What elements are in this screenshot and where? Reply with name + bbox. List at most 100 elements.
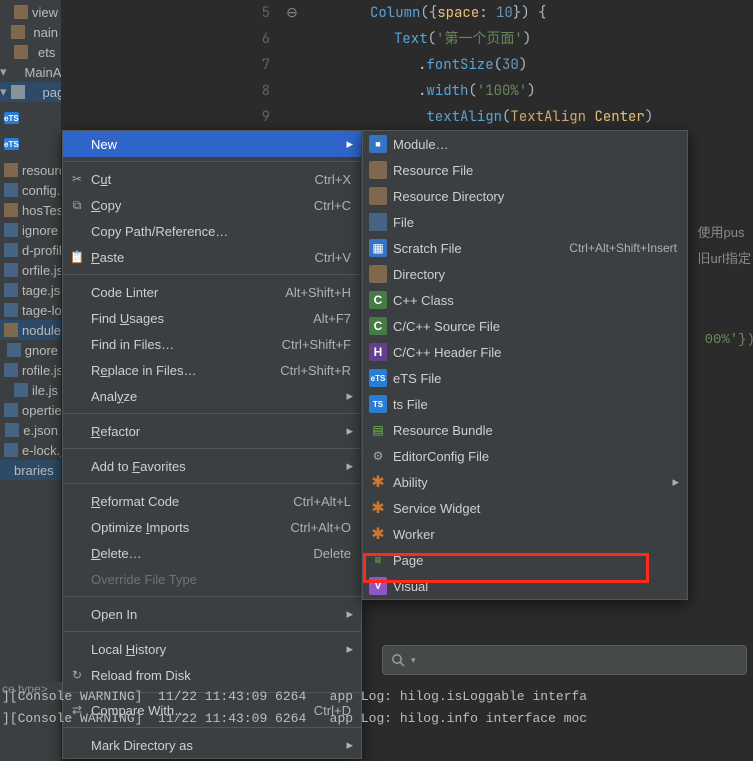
code-line[interactable]: .width('100%') (310, 78, 653, 104)
tree-item[interactable]: nain (0, 22, 62, 42)
tree-item[interactable]: nodules (0, 320, 62, 340)
tree-item-label: rofile.json (22, 363, 62, 378)
tree-item[interactable]: ▾MainAbility (0, 62, 62, 82)
submenu-item-label: Page (393, 553, 423, 568)
menu-item-local-history[interactable]: Local History▸ (63, 636, 361, 662)
menu-item-optimize-imports[interactable]: Optimize ImportsCtrl+Alt+O (63, 514, 361, 540)
tree-item[interactable]: resourc (0, 160, 62, 180)
submenu-item-page[interactable]: ≡Page (363, 547, 687, 573)
code-line[interactable]: .fontSize(30) (310, 52, 653, 78)
folder-icon (4, 203, 18, 217)
submenu-item-resource-file[interactable]: Resource File (363, 157, 687, 183)
star-icon: ✱ (369, 525, 387, 543)
tree-item[interactable]: gnore (0, 340, 62, 360)
menu-item-label: Delete… (91, 546, 142, 561)
menu-item-copy[interactable]: ⧉CopyCtrl+C (63, 192, 361, 218)
tree-item[interactable]: config. (0, 180, 62, 200)
tree-item[interactable]: tage.json (0, 280, 62, 300)
tree-item[interactable]: operties (0, 400, 62, 420)
tree-item[interactable]: ile.js (0, 380, 62, 400)
submenu-item-ability[interactable]: ✱Ability▸ (363, 469, 687, 495)
menu-item-delete[interactable]: Delete…Delete (63, 540, 361, 566)
menu-item-mark-directory-as[interactable]: Mark Directory as▸ (63, 732, 361, 758)
submenu-item-resource-directory[interactable]: Resource Directory (363, 183, 687, 209)
project-tree[interactable]: view nainets▾MainAbility▾pages eTSa eTSa res… (0, 0, 62, 761)
menu-item-code-linter[interactable]: Code LinterAlt+Shift+H (63, 279, 361, 305)
menu-item-reformat-code[interactable]: Reformat CodeCtrl+Alt+L (63, 488, 361, 514)
code-line[interactable]: Text('第一个页面') (310, 26, 653, 52)
tree-item[interactable]: e-lock.jso (0, 440, 62, 460)
submenu-item-resource-bundle[interactable]: ▤Resource Bundle (363, 417, 687, 443)
submenu-item-ets-file[interactable]: eTSeTS File (363, 365, 687, 391)
menu-item-find-in-files[interactable]: Find in Files…Ctrl+Shift+F (63, 331, 361, 357)
tree-item-label: view (32, 5, 58, 20)
line-number: 5 (238, 0, 270, 26)
line-number: 9 (238, 104, 270, 130)
submenu-item-service-widget[interactable]: ✱Service Widget (363, 495, 687, 521)
search-dropdown-icon[interactable]: ▾ (411, 655, 416, 666)
reload-icon: ↻ (69, 667, 85, 683)
tree-item[interactable]: hosTest (0, 200, 62, 220)
tree-item-label: d-profile. (22, 243, 62, 258)
submenu-item-editorconfig-file[interactable]: ⚙EditorConfig File (363, 443, 687, 469)
tree-item[interactable]: rofile.json (0, 360, 62, 380)
submenu-item-c-c-source-file[interactable]: CC/C++ Source File (363, 313, 687, 339)
tree-item-label: nodules (22, 323, 62, 338)
submenu-item-directory[interactable]: Directory (363, 261, 687, 287)
menu-item-label: Find in Files… (91, 337, 174, 352)
submenu-item-ts-file[interactable]: TSts File (363, 391, 687, 417)
menu-item-cut[interactable]: ✂CutCtrl+X (63, 166, 361, 192)
submenu-item-c-c-header-file[interactable]: HC/C++ Header File (363, 339, 687, 365)
menu-item-label: Open In (91, 607, 137, 622)
tree-item-label: resourc (22, 163, 62, 178)
menu-separator (63, 274, 361, 275)
menu-item-refactor[interactable]: Refactor▸ (63, 418, 361, 444)
tree-item[interactable]: eTSa (0, 108, 62, 128)
class-c-icon: C (369, 291, 387, 309)
menu-item-label: Copy Path/Reference… (91, 224, 228, 239)
submenu-item-c-class[interactable]: CC++ Class (363, 287, 687, 313)
submenu-item-module[interactable]: ■Module… (363, 131, 687, 157)
menu-item-open-in[interactable]: Open In▸ (63, 601, 361, 627)
submenu-item-label: ts File (393, 397, 428, 412)
menu-item-paste[interactable]: 📋PasteCtrl+V (63, 244, 361, 270)
menu-item-reload-from-disk[interactable]: ↻Reload from Disk (63, 662, 361, 688)
code-lines[interactable]: Column({space: 10}) {Text('第一个页面').fontS… (310, 0, 653, 130)
tree-item[interactable]: braries (0, 460, 62, 480)
new-submenu[interactable]: ■Module… Resource File Resource DirectoryF… (362, 130, 688, 600)
tree-item[interactable]: ignore (0, 220, 62, 240)
tree-item-label: MainAbility (25, 65, 62, 80)
submenu-item-file[interactable]: File (363, 209, 687, 235)
submenu-item-worker[interactable]: ✱Worker (363, 521, 687, 547)
tree-item[interactable]: e.json (0, 420, 62, 440)
tree-item[interactable]: d-profile. (0, 240, 62, 260)
menu-item-copy-path-reference[interactable]: Copy Path/Reference… (63, 218, 361, 244)
code-line[interactable]: textAlign(TextAlign Center) (310, 104, 653, 130)
menu-item-find-usages[interactable]: Find UsagesAlt+F7 (63, 305, 361, 331)
code-line[interactable]: Column({space: 10}) { (310, 0, 653, 26)
menu-item-new[interactable]: New▸ (63, 131, 361, 157)
menu-item-add-to-favorites[interactable]: Add to Favorites▸ (63, 453, 361, 479)
menu-item-analyze[interactable]: Analyze▸ (63, 383, 361, 409)
file-icon (4, 443, 18, 457)
tree-item[interactable]: eTSa (0, 134, 62, 154)
tree-item-label: config. (22, 183, 60, 198)
menu-item-label: Copy (91, 198, 121, 213)
menu-shortcut: Ctrl+Shift+R (280, 363, 351, 378)
search-input[interactable]: ▾ (382, 645, 747, 675)
tree-item[interactable]: view (0, 2, 62, 22)
submenu-item-label: Resource File (393, 163, 473, 178)
tree-item[interactable]: orfile.js (0, 260, 62, 280)
context-menu[interactable]: New▸ ✂CutCtrl+X⧉CopyCtrl+C Copy Path/Refer… (62, 130, 362, 759)
tree-item[interactable]: tage-lock. (0, 300, 62, 320)
folder-icon (369, 187, 387, 205)
submenu-item-scratch-file[interactable]: ▦Scratch FileCtrl+Alt+Shift+Insert (363, 235, 687, 261)
submenu-item-visual[interactable]: VVisual (363, 573, 687, 599)
menu-item-label: Optimize Imports (91, 520, 189, 535)
console-output[interactable]: ][Console WARNING] 11/22 11:43:09 6264 a… (0, 686, 753, 730)
menu-item-replace-in-files[interactable]: Replace in Files…Ctrl+Shift+R (63, 357, 361, 383)
file-icon (4, 363, 18, 377)
tree-item[interactable]: ets (0, 42, 62, 62)
menu-item-label: Override File Type (91, 572, 197, 587)
tree-item[interactable]: ▾pages (0, 82, 62, 102)
